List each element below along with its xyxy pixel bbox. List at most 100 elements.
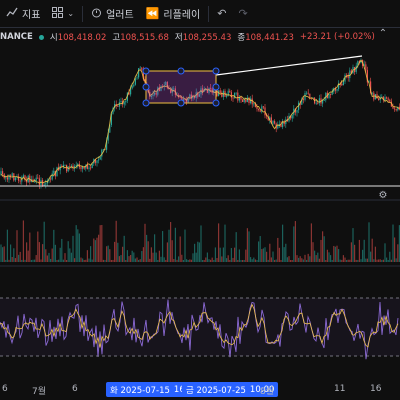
rectangle-drawing[interactable] — [145, 70, 217, 104]
time-label: 11 — [334, 384, 346, 394]
replay-button[interactable]: ⏪ 리플레이 — [140, 0, 207, 27]
volume-bar — [163, 257, 165, 262]
candle-body — [389, 99, 391, 102]
handle[interactable] — [142, 67, 150, 75]
volume-bar — [267, 259, 269, 262]
handle[interactable] — [177, 99, 185, 107]
volume-bar — [110, 259, 112, 262]
candle-body — [323, 100, 325, 101]
handle[interactable] — [212, 99, 220, 107]
handle[interactable] — [142, 83, 150, 91]
candle-body — [245, 99, 247, 102]
volume-bar — [162, 231, 164, 262]
volume-bar — [278, 247, 280, 262]
volume-bar — [51, 248, 53, 262]
handle[interactable] — [212, 83, 220, 91]
volume-bar — [200, 225, 202, 262]
volume-bar — [262, 248, 264, 262]
volume-bar — [150, 247, 152, 262]
volume-bar — [181, 254, 183, 262]
volume-bar — [242, 259, 244, 262]
volume-bar — [30, 260, 32, 262]
volume-bar — [62, 259, 64, 262]
volume-bar — [13, 248, 15, 262]
volume-bar — [325, 259, 327, 262]
handle[interactable] — [142, 99, 150, 107]
candle-body — [56, 167, 58, 177]
candle-body — [43, 184, 45, 186]
volume-bar — [346, 260, 348, 262]
volume-bar — [37, 231, 39, 262]
candle-body — [229, 90, 231, 93]
undo-icon: ↶ — [217, 7, 227, 20]
volume-bar — [144, 223, 146, 262]
undo-button[interactable]: ↶ — [211, 0, 232, 27]
volume-bar — [277, 237, 279, 262]
candle-body — [136, 77, 138, 79]
settings-icon[interactable]: ⚙ — [376, 190, 390, 204]
layout-button[interactable]: ⌄ — [46, 0, 80, 27]
volume-bar — [90, 246, 92, 262]
volume-bar — [173, 259, 175, 262]
volume-bar — [218, 223, 220, 262]
alert-button[interactable]: 얼러트 — [85, 0, 140, 27]
volume-bar — [93, 238, 95, 262]
volume-bar — [27, 250, 29, 262]
volume-bar — [395, 258, 397, 262]
high-key: 고 — [112, 33, 121, 43]
volume-bar — [227, 255, 229, 262]
volume-bar — [202, 259, 204, 262]
candle-body — [64, 164, 66, 166]
volume-bar — [376, 259, 378, 262]
handle[interactable] — [177, 67, 185, 75]
volume-bar — [88, 258, 90, 262]
volume-bar — [160, 256, 162, 262]
collapse-icon[interactable]: ⌃ — [376, 28, 390, 42]
volume-bar — [59, 247, 61, 262]
time-axis[interactable]: 6 7월 6 화 2025-07-15 16:0 금 2025-07-25 10… — [0, 380, 400, 400]
volume-bar — [86, 250, 88, 262]
chart-canvas[interactable] — [0, 0, 400, 380]
volume-bar — [118, 256, 120, 262]
candle-body — [307, 92, 309, 94]
volume-bar — [115, 220, 117, 262]
volume-bar — [99, 225, 101, 262]
volume-bar — [192, 253, 194, 262]
volume-bar — [378, 259, 380, 262]
volume-bar — [80, 257, 82, 262]
volume-bar — [78, 233, 80, 262]
handle[interactable] — [212, 67, 220, 75]
volume-bar — [40, 259, 42, 262]
candle-body — [37, 177, 39, 179]
volume-bar — [243, 259, 245, 262]
candle-body — [141, 67, 143, 70]
volume-bar — [64, 253, 66, 262]
volume-bar — [138, 259, 140, 262]
market-status-dot — [38, 34, 44, 40]
volume-bar — [179, 236, 181, 262]
candle-body — [258, 108, 260, 110]
volume-bar — [168, 229, 170, 262]
volume-bar — [35, 255, 37, 262]
volume-bar — [254, 259, 256, 262]
volume-bar — [349, 259, 351, 262]
indicators-button[interactable]: 지표 — [0, 0, 46, 27]
volume-bar — [275, 259, 277, 262]
candle-body — [240, 97, 242, 100]
volume-bar — [165, 259, 167, 262]
candle-body — [384, 97, 386, 101]
candle-body — [11, 173, 13, 177]
volume-bar — [32, 259, 34, 262]
volume-bar — [258, 241, 260, 262]
volume-bar — [274, 259, 276, 262]
volume-bar — [166, 242, 168, 262]
volume-bar — [139, 259, 141, 262]
open-value: 108,418.02 — [57, 33, 107, 43]
candle-body — [88, 167, 90, 169]
close-value: 108,441.23 — [245, 33, 294, 43]
candle-body — [328, 94, 330, 99]
volume-bar — [14, 258, 16, 262]
volume-bar — [293, 226, 295, 262]
redo-button[interactable]: ↷ — [232, 0, 253, 27]
volume-bar — [387, 259, 389, 262]
